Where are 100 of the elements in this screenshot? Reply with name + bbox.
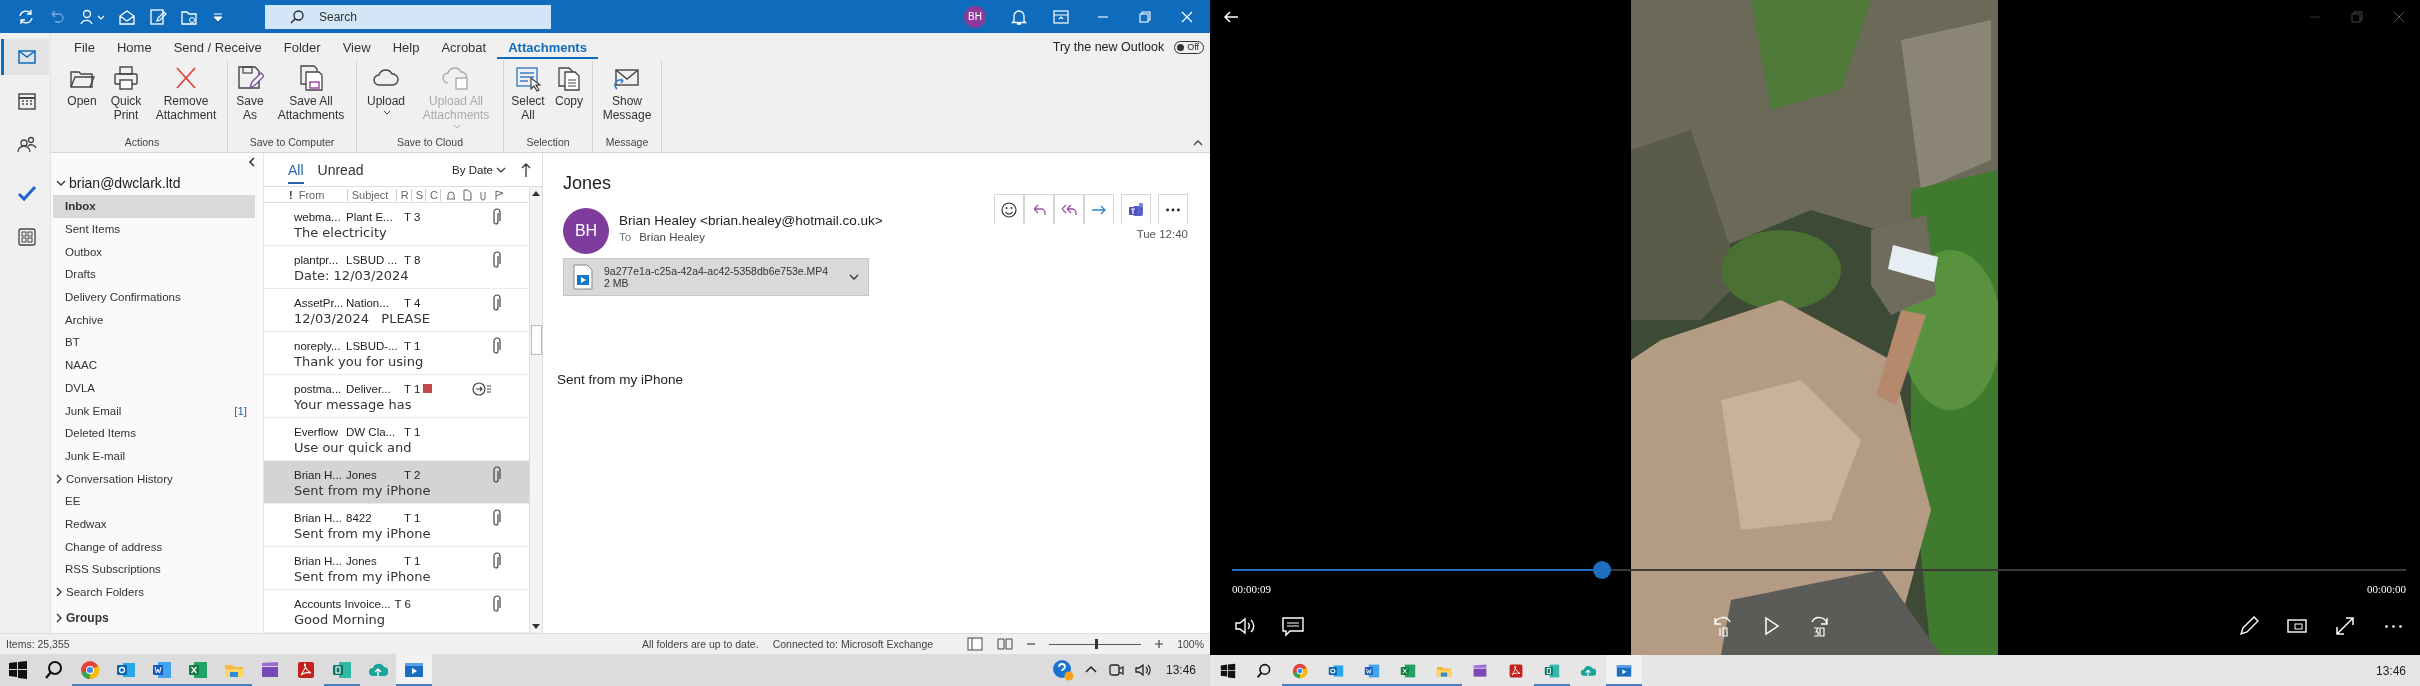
message-preview: Your message has [294,397,413,412]
ribbon-button[interactable]: Copy [550,64,588,136]
folder-item[interactable]: EE [53,489,255,513]
folder-item[interactable]: Search Folders [53,580,255,604]
message-row[interactable]: postma... Deliver... T 1 Your message has [264,375,529,418]
normal-view-icon[interactable] [967,637,984,651]
folder-item[interactable]: Outbox [53,240,255,264]
copy-icon [555,64,583,92]
nav-button[interactable] [1,39,49,75]
ribbon-button[interactable]: Remove Attachment [149,64,223,136]
flag-icon[interactable] [492,188,505,201]
ribbon-button[interactable]: Select All [508,64,548,136]
ribbon-button[interactable]: Upload [361,64,411,136]
ribbon-button[interactable]: Open [61,64,103,136]
back-icon[interactable] [1222,9,1240,25]
scrollbar[interactable] [529,187,542,633]
volume-icon[interactable] [1133,662,1152,678]
ribbon-tab[interactable]: View [331,35,382,59]
ribbon-tab[interactable]: File [63,35,106,59]
ribbon-tab[interactable]: Send / Receive [162,35,273,59]
ribbon-display-icon[interactable] [1052,7,1070,26]
ribbon-tab[interactable]: Acrobat [430,35,498,59]
chevron-down-icon[interactable] [56,178,66,188]
folder-item[interactable]: DVLA [53,376,255,400]
ribbon-tab[interactable]: Folder [272,35,332,59]
clock-time[interactable]: 13:46 [2375,663,2406,678]
column-header[interactable]: S [415,188,426,201]
folder-item[interactable]: Junk Email [1] [53,399,255,422]
filter-tab[interactable]: Unread [317,155,364,184]
folder-item[interactable]: Groups [53,606,255,630]
avatar[interactable]: BH [964,5,986,28]
refresh-icon[interactable] [17,7,35,26]
ribbon-tab[interactable]: Help [381,35,431,59]
chevron-right-icon[interactable] [55,612,63,623]
ribbon-button[interactable]: Quick Print [105,64,147,136]
clapper-icon [260,660,280,680]
scroll-thumb[interactable] [530,325,542,355]
folder-item[interactable]: Sent Items [53,217,255,241]
folder-item[interactable]: RSS Subscriptions [53,558,255,581]
folder-item[interactable]: BT [53,331,255,354]
search-field[interactable]: Search [265,4,551,29]
column-header[interactable]: C [429,188,441,201]
attachment-name: 9a277e1a-c25a-42a4-ac42-5358db6e753e.MP4 [604,265,830,277]
column-header[interactable]: R [400,188,412,201]
folder-item[interactable]: NAAC [53,353,255,377]
ribbon-tab[interactable]: Home [105,35,163,59]
camera-icon[interactable] [1107,662,1124,678]
column-header[interactable]: Subject [351,188,397,201]
message-row[interactable]: Brian H... Jones T 2 Sent from my iPhone [264,461,529,504]
search-input[interactable]: Search [317,8,521,25]
ribbon-tab[interactable]: Attachments [497,35,598,59]
bell-icon[interactable] [444,188,457,201]
chevron-right-icon[interactable] [55,587,63,598]
bell-icon[interactable] [1010,7,1028,26]
help-icon[interactable] [1051,659,1074,681]
ribbon-button[interactable]: Show Message [597,64,657,136]
column-header[interactable]: From [298,188,348,201]
ribbon-button[interactable]: Save As [232,64,268,136]
zoom-out-icon[interactable] [1027,640,1036,648]
folder-item[interactable]: Archive [53,308,255,332]
react-button[interactable] [994,194,1024,224]
reply-all-button[interactable] [1054,194,1084,224]
forward-button[interactable] [1084,194,1114,224]
mail-app-icon [1328,662,1344,679]
person-sync-icon[interactable] [79,7,105,26]
sort-button[interactable]: By Date [452,163,506,176]
folder-item[interactable]: Delivery Confirmations [53,285,255,309]
folder-item[interactable]: Conversation History [53,467,255,490]
clock-time[interactable]: 13:46 [1165,663,1196,677]
document-icon[interactable] [460,188,473,201]
close-icon[interactable] [2392,10,2406,24]
scroll-down-icon[interactable] [531,623,541,631]
folder-item[interactable]: Change of address [53,535,255,558]
folder-item[interactable]: Inbox [53,195,255,218]
reading-view-icon[interactable] [997,637,1014,651]
arrow-up-icon[interactable] [520,161,532,178]
scroll-up-icon[interactable] [531,189,541,197]
folder-item[interactable]: Drafts [53,263,255,286]
chat-app-icon [1127,200,1145,219]
column-header[interactable]: ! [289,188,295,201]
filter-tab[interactable]: All [288,155,304,184]
collapse-icon[interactable] [1192,138,1204,148]
message-subject: Nation... [346,296,390,309]
zoom-in-icon[interactable] [1155,640,1164,648]
attachment-card[interactable]: 9a277e1a-c25a-42a4-ac42-5358db6e753e.MP4 2 MB [563,258,869,296]
folder-item[interactable]: Junk E-mail [53,444,255,468]
folder-item[interactable]: Deleted Items [53,421,255,445]
message-size: T 1 [404,382,421,395]
group-label: Save to Cloud [397,136,463,150]
chevron-left-icon[interactable] [247,156,257,168]
teams-button[interactable] [1121,194,1151,224]
account-name[interactable]: brian@dwclark.ltd [69,175,181,191]
seek-bar[interactable] [1232,561,2406,579]
form-icon[interactable] [149,7,167,26]
folder-item[interactable]: Redwax [53,512,255,536]
ribbon-button[interactable]: Save All Attachments [270,64,352,136]
chevron-right-icon[interactable] [55,473,63,484]
apps-icon [15,226,38,248]
media-app-icon [404,660,424,680]
message-subject-heading: Jones [563,173,613,194]
